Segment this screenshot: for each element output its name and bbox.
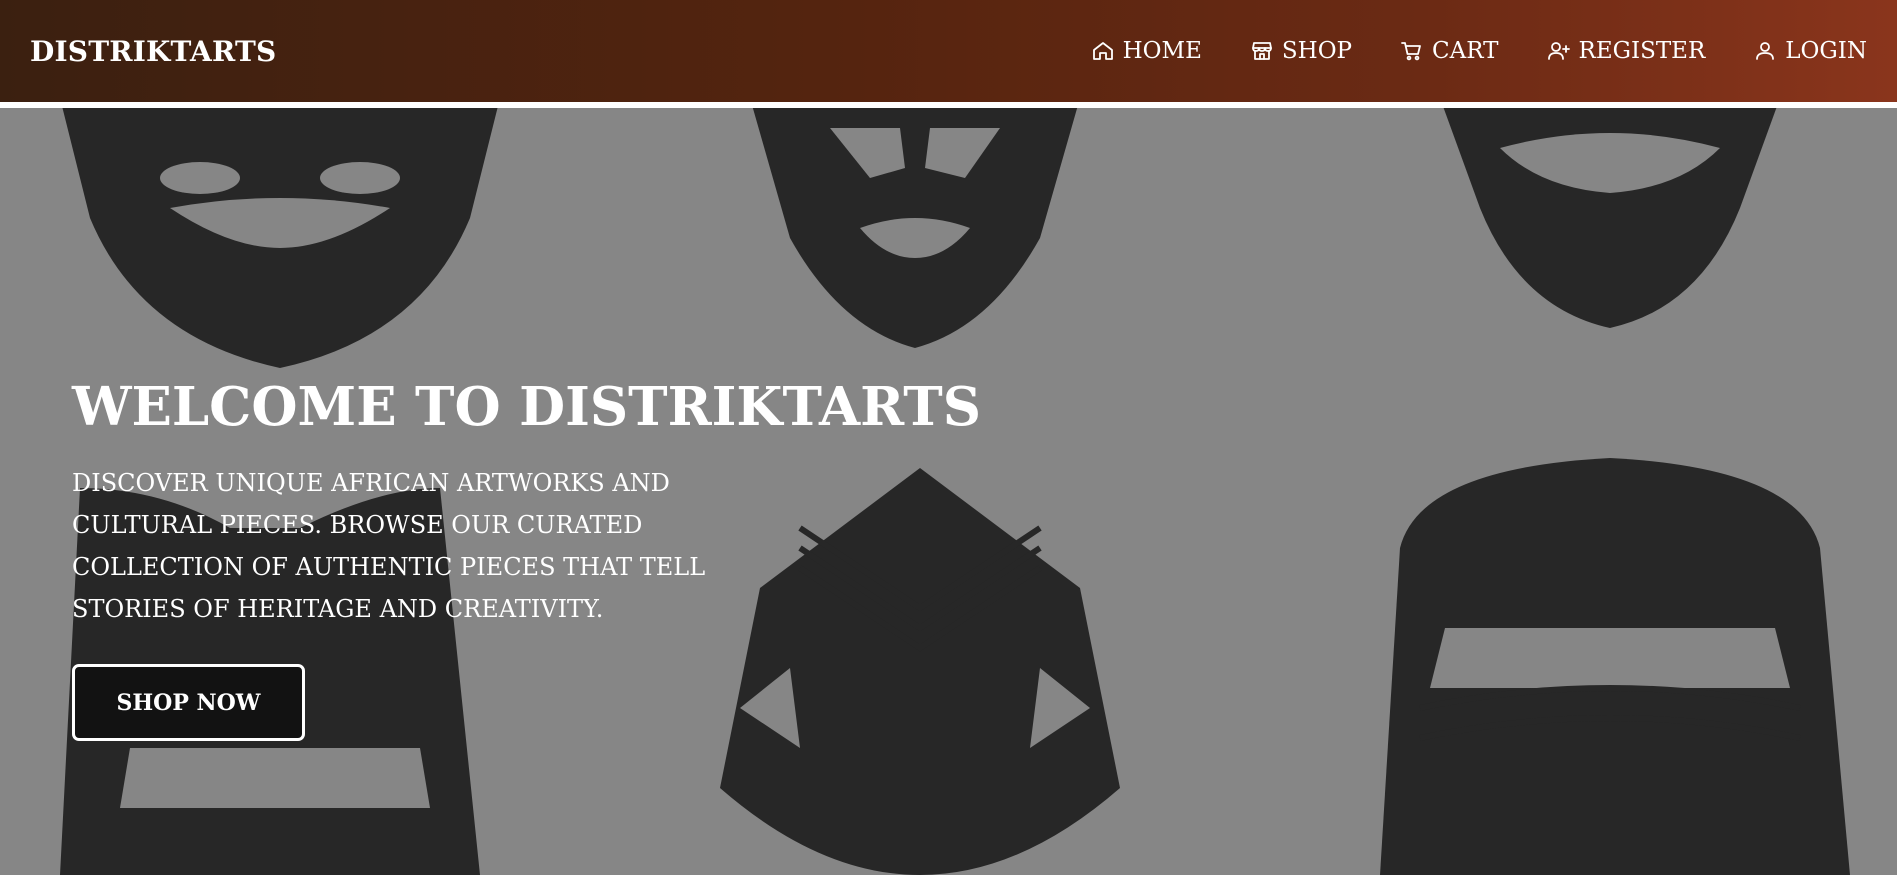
cart-icon xyxy=(1401,42,1421,61)
nav-cart[interactable]: CART xyxy=(1400,38,1499,64)
nav-shop[interactable]: SHOP xyxy=(1250,38,1352,64)
user-plus-icon xyxy=(1547,42,1570,60)
nav-register-label: REGISTER xyxy=(1578,38,1706,64)
brand-logo[interactable]: DISTRIKTARTS xyxy=(30,35,276,68)
top-navbar: DISTRIKTARTS HOME SHOP CART REGISTER LOG… xyxy=(0,0,1897,102)
home-icon xyxy=(1092,42,1113,60)
nav-register[interactable]: REGISTER xyxy=(1547,38,1706,64)
nav-home-label: HOME xyxy=(1122,38,1202,64)
nav-menu: HOME SHOP CART REGISTER LOGIN xyxy=(1091,38,1867,64)
nav-home[interactable]: HOME xyxy=(1091,38,1202,64)
nav-shop-label: SHOP xyxy=(1281,38,1353,64)
hero-section: WELCOME TO DISTRIKTARTS DISCOVER UNIQUE … xyxy=(0,108,1897,875)
hero-content: WELCOME TO DISTRIKTARTS DISCOVER UNIQUE … xyxy=(72,376,981,742)
store-icon xyxy=(1251,42,1272,60)
nav-cart-label: CART xyxy=(1432,38,1499,64)
nav-login[interactable]: LOGIN xyxy=(1753,38,1867,64)
user-icon xyxy=(1756,42,1775,60)
hero-title: WELCOME TO DISTRIKTARTS xyxy=(72,376,981,438)
shop-now-button[interactable]: SHOP NOW xyxy=(72,664,305,742)
nav-login-label: LOGIN xyxy=(1785,38,1867,64)
hero-description: DISCOVER UNIQUE AFRICAN ARTWORKS AND CUL… xyxy=(72,469,706,624)
